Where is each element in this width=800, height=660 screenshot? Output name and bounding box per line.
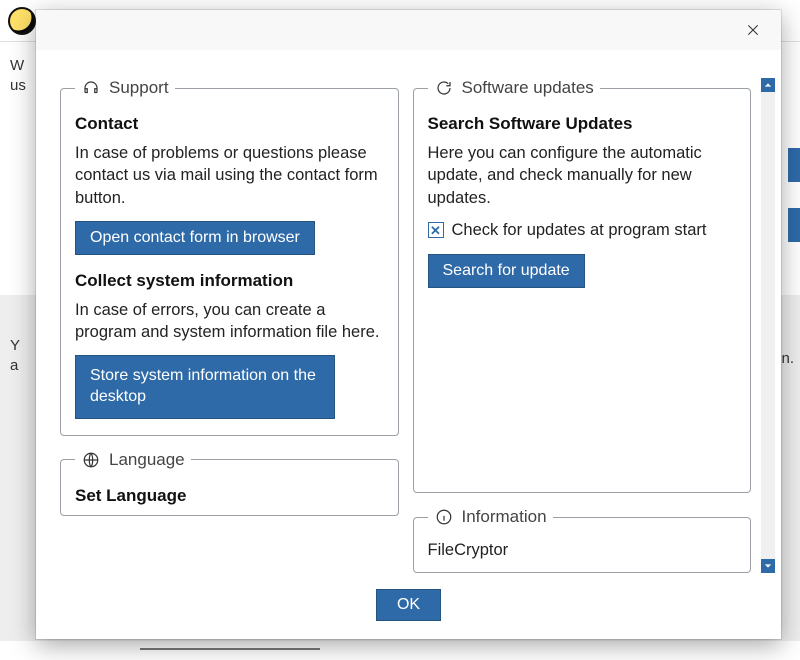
info-icon [434,507,454,527]
check-updates-at-start-row[interactable]: ✕ Check for updates at program start [428,221,737,240]
open-contact-form-button[interactable]: Open contact form in browser [75,221,315,255]
scrollbar-down-button[interactable] [761,559,775,573]
background-underline [140,648,320,650]
background-text-fragment-right: n. [781,350,794,367]
support-legend-label: Support [109,78,169,98]
ok-button[interactable]: OK [376,589,441,621]
language-legend-label: Language [109,450,185,470]
collect-sysinfo-heading: Collect system information [75,271,384,291]
background-text-fragment-top: W us [10,56,26,97]
checkbox-mark: ✕ [430,224,441,237]
scrollbar-up-button[interactable] [761,78,775,92]
dialog-titlebar [36,10,781,50]
dialog-footer: OK [36,579,781,639]
information-legend: Information [428,507,553,527]
refresh-icon [434,78,454,98]
check-updates-label: Check for updates at program start [452,221,707,240]
app-logo [8,7,36,35]
contact-heading: Contact [75,114,384,134]
collect-sysinfo-text: In case of errors, you can create a prog… [75,299,384,344]
search-for-update-button[interactable]: Search for update [428,254,585,288]
language-legend: Language [75,450,191,470]
support-legend: Support [75,78,175,98]
dialog-close-button[interactable] [731,13,775,47]
background-text-fragment-mid: Y a [10,336,20,377]
settings-dialog: Support Contact In case of problems or q… [36,10,781,639]
background-button-sliver-2 [788,208,800,242]
product-name: FileCryptor [428,541,737,560]
check-updates-checkbox[interactable]: ✕ [428,222,444,238]
updates-text: Here you can configure the automatic upd… [428,142,737,209]
updates-group: Software updates Search Software Updates… [413,78,752,493]
left-column: Support Contact In case of problems or q… [60,78,399,573]
information-group: Information FileCryptor [413,507,752,573]
support-group: Support Contact In case of problems or q… [60,78,399,436]
headset-icon [81,78,101,98]
dialog-scrollbar[interactable] [761,78,775,573]
information-legend-label: Information [462,507,547,527]
contact-text: In case of problems or questions please … [75,142,384,209]
dialog-body: Support Contact In case of problems or q… [36,50,781,579]
language-group: Language Set Language [60,450,399,516]
globe-icon [81,450,101,470]
updates-legend-label: Software updates [462,78,594,98]
scrollbar-track[interactable] [761,92,775,559]
store-sysinfo-button[interactable]: Store system information on the desktop [75,355,335,419]
right-column: Software updates Search Software Updates… [413,78,752,573]
background-button-sliver-1 [788,148,800,182]
updates-heading: Search Software Updates [428,114,737,134]
updates-legend: Software updates [428,78,600,98]
set-language-heading: Set Language [75,486,384,506]
